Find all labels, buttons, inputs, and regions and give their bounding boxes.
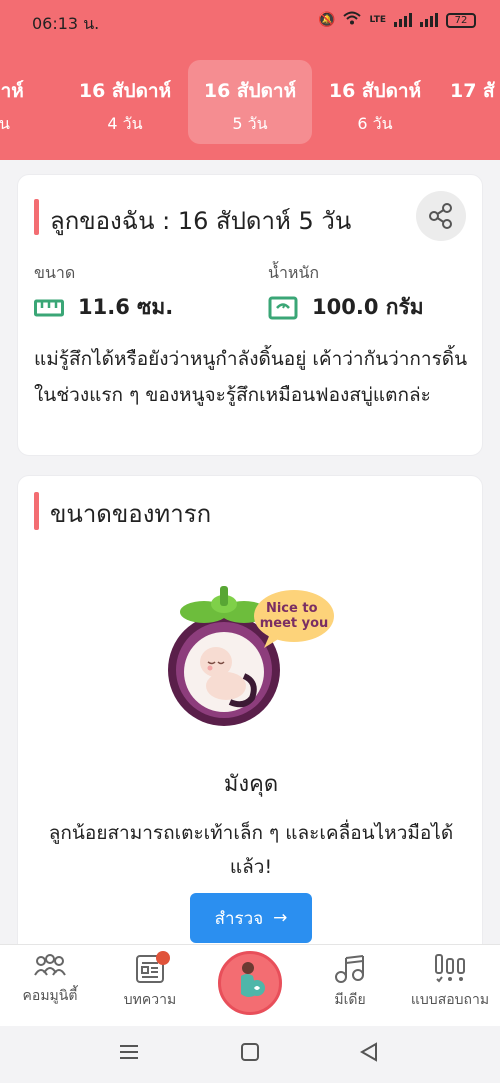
week-tab-week: 17 สั [450, 80, 495, 102]
week-tab[interactable]: ปดาห์ วัน [0, 60, 62, 144]
week-tab-day: 5 วัน [232, 114, 268, 133]
nav-item-pregnancy[interactable] [218, 951, 282, 1015]
week-tab[interactable]: 17 สั [438, 60, 500, 144]
size-card-title: ขนาดของทารก [50, 500, 212, 528]
status-icons: 🔕 LTE 72 [318, 11, 476, 29]
week-tab-week: 16 สัปดาห์ [328, 80, 422, 102]
music-icon [335, 955, 364, 983]
share-button[interactable] [416, 191, 466, 241]
week-tab-week: 16 สัปดาห์ [78, 80, 172, 102]
title-accent-bar [34, 492, 39, 530]
explore-button[interactable]: สำรวจ → [190, 893, 312, 943]
baby-info-card: ลูกของฉัน : 16 สัปดาห์ 5 วัน ขนาด น้ำหนั… [17, 174, 483, 456]
week-tab-day: วัน [0, 114, 10, 133]
fruit-name: มังคุด [223, 772, 279, 797]
size-value: 11.6 ซม. [78, 295, 174, 319]
home-icon[interactable] [241, 1043, 259, 1061]
battery-icon: 72 [446, 12, 476, 28]
share-icon [429, 203, 452, 229]
nav-item-survey[interactable]: แบบสอบถาม [400, 953, 500, 1011]
survey-icon [435, 954, 465, 983]
weight-value: 100.0 กรัม [312, 295, 424, 319]
status-time: 06:13 น. [32, 14, 100, 33]
pregnancy-icon [241, 962, 265, 997]
explore-label: สำรวจ [214, 908, 264, 929]
speech-bubble-text: Nice to meet you [260, 601, 329, 631]
scale-icon [268, 296, 298, 319]
wifi-icon [343, 11, 362, 29]
recent-apps-icon[interactable] [120, 1045, 138, 1059]
weight-metric: 100.0 กรัม [268, 291, 424, 324]
signal-icon-2 [420, 13, 438, 27]
mute-icon: 🔕 [318, 12, 336, 28]
nav-item-community[interactable]: คอมมูนิตี้ [0, 953, 100, 1007]
weight-label: น้ำหนัก [268, 263, 320, 282]
size-label: ขนาด [34, 263, 76, 282]
nav-label: มีเดีย [334, 992, 366, 1008]
baby-description: แม่รู้สึกได้หรือยังว่าหนูกำลังดิ้นอยู่ เ… [34, 348, 468, 406]
mangosteen-illustration: Nice to meet you [166, 582, 336, 732]
community-icon [34, 954, 66, 976]
nav-label: แบบสอบถาม [410, 992, 490, 1008]
week-tab[interactable]: 16 สัปดาห์ 6 วัน [313, 60, 437, 144]
baby-card-title: ลูกของฉัน : 16 สัปดาห์ 5 วัน [50, 207, 352, 235]
week-tab-day: 4 วัน [107, 114, 143, 133]
week-tabs: ปดาห์ วัน 16 สัปดาห์ 4 วัน 16 สัปดาห์ 5 … [0, 60, 500, 146]
nav-label: บทความ [123, 992, 177, 1008]
back-icon[interactable] [359, 1042, 377, 1062]
week-tab-week: ปดาห์ [0, 80, 24, 102]
bottom-nav: คอมมูนิตี้ บทความ มีเดีย แบบสอบถาม [0, 944, 500, 1026]
arrow-right-icon: → [273, 908, 288, 928]
header: 06:13 น. 🔕 LTE 72 ปดาห์ วัน 16 สัปดาห์ 4… [0, 0, 500, 160]
nav-item-articles[interactable]: บทความ [100, 951, 200, 1011]
ruler-icon [34, 299, 64, 316]
title-accent-bar [34, 199, 39, 235]
baby-size-card: ขนาดของทารก Nice to meet you มังคุด ลูกน… [17, 475, 483, 975]
size-metric: 11.6 ซม. [34, 291, 173, 324]
status-bar: 06:13 น. 🔕 LTE 72 [0, 0, 500, 44]
signal-icon [394, 13, 412, 27]
system-nav-bar [0, 1026, 500, 1083]
nav-label: คอมมูนิตี้ [22, 988, 78, 1004]
notification-badge [156, 951, 170, 965]
week-tab-day: 6 วัน [357, 114, 393, 133]
week-tab-active[interactable]: 16 สัปดาห์ 5 วัน [188, 60, 312, 144]
week-tab[interactable]: 16 สัปดาห์ 4 วัน [63, 60, 187, 144]
week-tab-week: 16 สัปดาห์ [203, 80, 297, 102]
nav-item-media[interactable]: มีเดีย [300, 953, 400, 1011]
fruit-description: ลูกน้อยสามารถเตะเท้าเล็ก ๆ และเคลื่อนไหว… [48, 822, 454, 878]
network-label: LTE [369, 15, 386, 25]
